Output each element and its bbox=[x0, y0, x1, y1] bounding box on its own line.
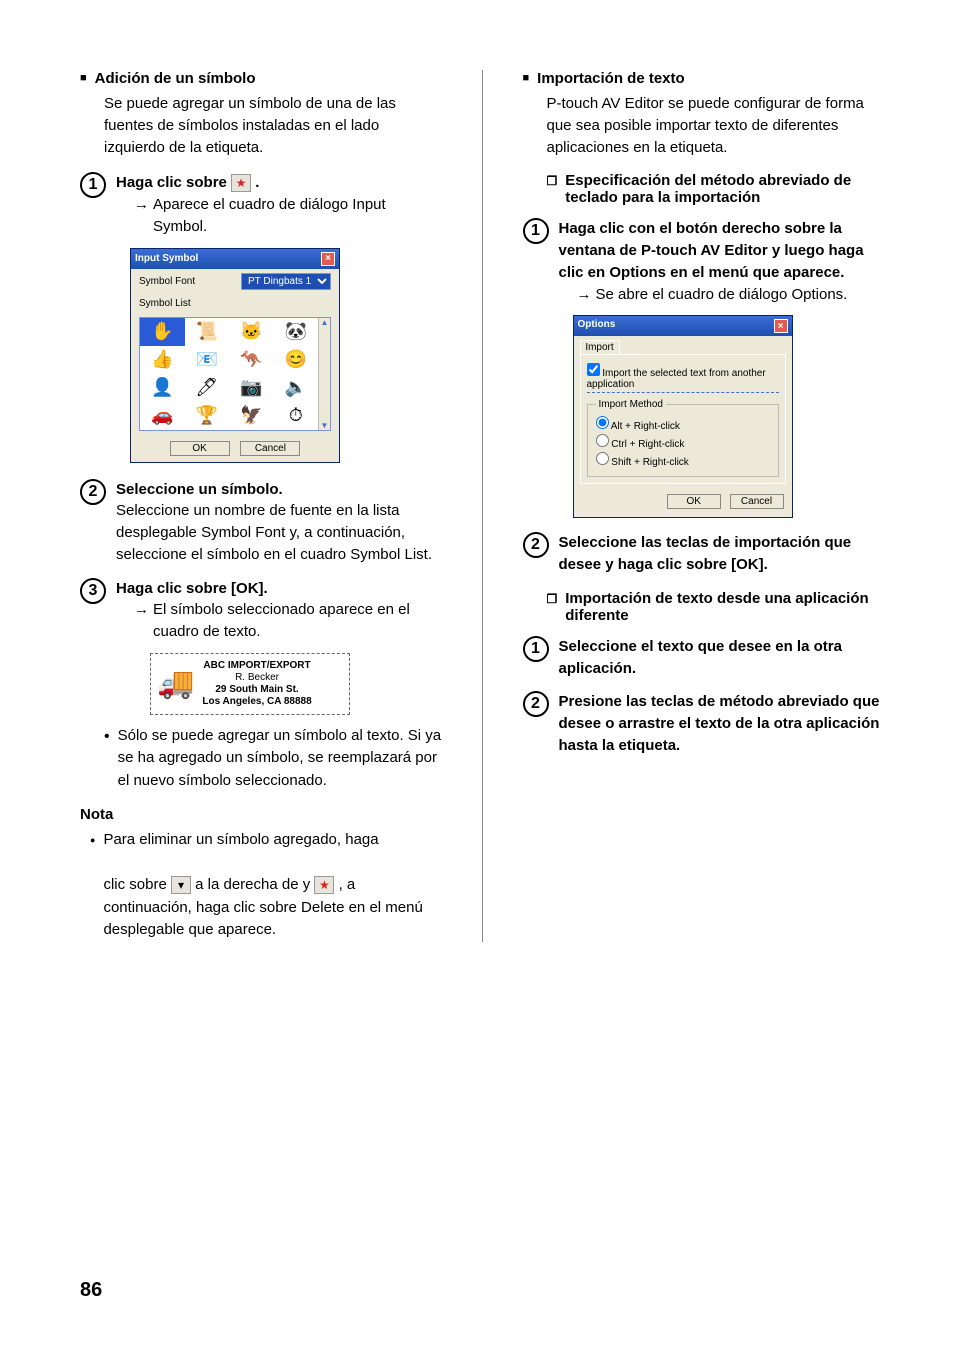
r-step-1: 1 Haga clic con el botón derecho sobre l… bbox=[523, 218, 885, 305]
column-divider bbox=[482, 70, 483, 942]
step-2-title: Seleccione un símbolo. bbox=[116, 479, 442, 501]
nota-heading: Nota bbox=[80, 806, 442, 823]
r-step-3-badge: 1 bbox=[523, 636, 549, 662]
r-step-1-badge: 1 bbox=[523, 218, 549, 244]
nota-text-b-pre: clic sobre bbox=[103, 876, 171, 893]
step-1: 1 Haga clic sobre ★ . → Aparece el cuadr… bbox=[80, 172, 442, 237]
arrow-icon: → bbox=[134, 194, 149, 238]
nota-text-a: Para eliminar un símbolo agregado, haga bbox=[103, 831, 378, 848]
close-icon[interactable]: × bbox=[774, 319, 788, 333]
symbol-font-select[interactable]: PT Dingbats 1 bbox=[241, 273, 331, 290]
symbol-cell[interactable]: 📜 bbox=[185, 318, 230, 346]
arrow-icon: → bbox=[577, 284, 592, 306]
nota-body: Para eliminar un símbolo agregado, haga … bbox=[90, 829, 442, 942]
symbol-cell[interactable]: 🖊 bbox=[185, 374, 230, 402]
symbol-cell[interactable]: ✋ bbox=[140, 318, 185, 346]
right-column: Importación de texto P-touch AV Editor s… bbox=[523, 70, 885, 942]
add-symbol-intro: Se puede agregar un símbolo de una de la… bbox=[104, 93, 442, 158]
r-step-1-result: Se abre el cuadro de diálogo Options. bbox=[596, 284, 848, 306]
arrow-icon: → bbox=[134, 599, 149, 643]
subhead-shortcut-text: Especificación del método abreviado de t… bbox=[565, 172, 884, 206]
r-step-4-badge: 2 bbox=[523, 691, 549, 717]
symbol-font-label: Symbol Font bbox=[139, 276, 195, 287]
r-step-4-text: Presione las teclas de método abreviado … bbox=[559, 691, 885, 756]
import-checkbox-label: Import the selected text from another ap… bbox=[587, 368, 766, 390]
symbol-cell[interactable]: 🚗 bbox=[140, 402, 185, 430]
symbol-cell[interactable]: 🏆 bbox=[185, 402, 230, 430]
step-3-title: Haga clic sobre [OK]. bbox=[116, 578, 442, 600]
import-checkbox[interactable]: Import the selected text from another ap… bbox=[587, 363, 779, 393]
step-2-badge: 2 bbox=[80, 479, 106, 505]
dropdown-icon[interactable]: ▾ bbox=[171, 876, 191, 894]
symbol-cell[interactable]: 🐱 bbox=[229, 318, 274, 346]
star-icon[interactable]: ★ bbox=[314, 876, 334, 894]
r-step-1-text: Haga clic con el botón derecho sobre la … bbox=[559, 218, 885, 283]
step-1-result: Aparece el cuadro de diálogo Input Symbo… bbox=[153, 194, 442, 238]
opt-alt[interactable]: Alt + Right-click bbox=[596, 416, 770, 432]
input-symbol-dialog: Input Symbol × Symbol Font PT Dingbats 1… bbox=[130, 248, 340, 463]
options-dialog: Options × Import Import the selected tex… bbox=[573, 315, 793, 518]
r-step-2-badge: 2 bbox=[523, 532, 549, 558]
heading-import-text: Importación de texto bbox=[523, 70, 885, 87]
symbol-cell[interactable]: 🦅 bbox=[229, 402, 274, 430]
r-step-3: 1 Seleccione el texto que desee en la ot… bbox=[523, 636, 885, 680]
opt-shift[interactable]: Shift + Right-click bbox=[596, 452, 770, 468]
step-1-text-b: . bbox=[255, 174, 259, 191]
label-line1: ABC IMPORT/EXPORT bbox=[202, 660, 311, 672]
symbol-grid[interactable]: ✋ 📜 🐱 🐼 ▲▼ 👍 📧 🦘 😊 👤 🖊 📷 🔈 🚗 🏆 🦅 ⏱ bbox=[139, 317, 331, 431]
nota-text-b-mid: a la derecha de y bbox=[195, 876, 314, 893]
close-icon[interactable]: × bbox=[321, 252, 335, 266]
ok-button[interactable]: OK bbox=[170, 441, 230, 456]
import-checkbox-input[interactable] bbox=[587, 363, 600, 376]
label-preview: 🚚 ABC IMPORT/EXPORT R. Becker 29 South M… bbox=[150, 653, 350, 715]
label-line2: R. Becker bbox=[202, 672, 311, 684]
r-step-3-text: Seleccione el texto que desee en la otra… bbox=[559, 636, 885, 680]
step-3-result: El símbolo seleccionado aparece en el cu… bbox=[153, 599, 442, 643]
r-step-4: 2 Presione las teclas de método abreviad… bbox=[523, 691, 885, 756]
symbol-cell[interactable]: 🐼 bbox=[274, 318, 319, 346]
step-3: 3 Haga clic sobre [OK]. → El símbolo sel… bbox=[80, 578, 442, 643]
r-step-2-text: Seleccione las teclas de importación que… bbox=[559, 532, 885, 576]
cancel-button[interactable]: Cancel bbox=[730, 494, 784, 509]
single-symbol-note-text: Sólo se puede agregar un símbolo al text… bbox=[118, 725, 442, 793]
symbol-cell[interactable]: 👍 bbox=[140, 346, 185, 374]
symbol-cell[interactable]: 📷 bbox=[229, 374, 274, 402]
symbol-cell[interactable]: 🦘 bbox=[229, 346, 274, 374]
import-method-legend: Import Method bbox=[596, 399, 666, 410]
subhead-from-app: Importación de texto desde una aplicació… bbox=[547, 590, 885, 624]
scrollbar[interactable]: ▲▼ bbox=[318, 318, 330, 430]
step-2: 2 Seleccione un símbolo. Seleccione un n… bbox=[80, 479, 442, 566]
symbol-cell[interactable]: ⏱ bbox=[274, 402, 319, 430]
symbol-cell[interactable]: 🔈 bbox=[274, 374, 319, 402]
label-line4: Los Angeles, CA 88888 bbox=[202, 696, 311, 708]
label-line3: 29 South Main St. bbox=[202, 684, 311, 696]
symbol-cell[interactable]: 👤 bbox=[140, 374, 185, 402]
truck-icon: 🚚 bbox=[157, 666, 194, 701]
import-intro: P-touch AV Editor se puede configurar de… bbox=[547, 93, 885, 158]
heading-add-symbol-text: Adición de un símbolo bbox=[95, 70, 256, 87]
r-step-2: 2 Seleccione las teclas de importación q… bbox=[523, 532, 885, 576]
step-1-text-a: Haga clic sobre bbox=[116, 174, 231, 191]
options-title: Options bbox=[578, 319, 616, 333]
symbol-cell[interactable]: 😊 bbox=[274, 346, 319, 374]
single-symbol-note: Sólo se puede agregar un símbolo al text… bbox=[104, 725, 442, 793]
heading-import-text-label: Importación de texto bbox=[537, 70, 685, 87]
heading-add-symbol: Adición de un símbolo bbox=[80, 70, 442, 87]
cancel-button[interactable]: Cancel bbox=[240, 441, 300, 456]
import-tab[interactable]: Import bbox=[580, 340, 620, 354]
subhead-shortcut: Especificación del método abreviado de t… bbox=[547, 172, 885, 206]
subhead-from-app-text: Importación de texto desde una aplicació… bbox=[565, 590, 884, 624]
page-number: 86 bbox=[80, 1279, 102, 1302]
step-1-badge: 1 bbox=[80, 172, 106, 198]
star-icon[interactable]: ★ bbox=[231, 174, 251, 192]
symbol-list-label: Symbol List bbox=[139, 298, 191, 309]
import-method-group: Import Method Alt + Right-click Ctrl + R… bbox=[587, 399, 779, 477]
step-2-text: Seleccione un nombre de fuente en la lis… bbox=[116, 500, 442, 565]
opt-ctrl[interactable]: Ctrl + Right-click bbox=[596, 434, 770, 450]
step-3-badge: 3 bbox=[80, 578, 106, 604]
symbol-cell[interactable]: 📧 bbox=[185, 346, 230, 374]
dialog-title: Input Symbol bbox=[135, 253, 198, 264]
left-column: Adición de un símbolo Se puede agregar u… bbox=[80, 70, 442, 942]
ok-button[interactable]: OK bbox=[667, 494, 721, 509]
